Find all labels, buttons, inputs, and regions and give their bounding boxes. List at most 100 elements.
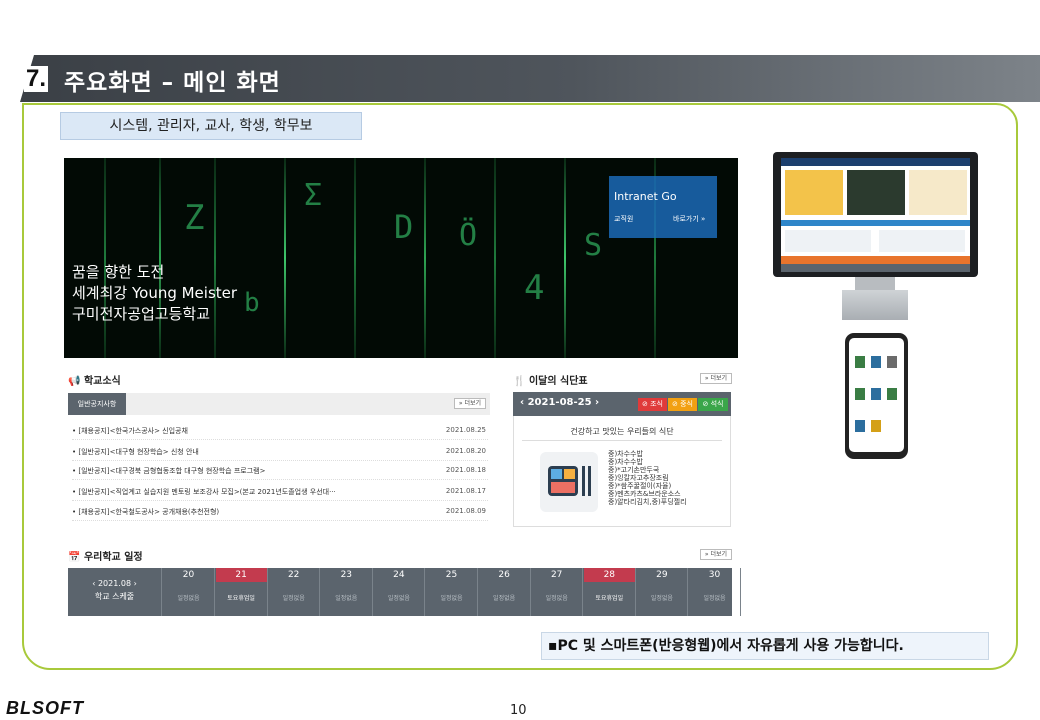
schedule-day-number: 25	[445, 570, 458, 580]
news-row-date: 2021.08.20	[445, 447, 486, 455]
monitor-neck	[855, 277, 895, 291]
schedule-more-button[interactable]: » 더보기	[700, 549, 732, 560]
news-row-date: 2021.08.18	[445, 466, 486, 474]
schedule-label: 학교 스케줄	[94, 592, 135, 601]
meal-item: 중)알타리김치,중)푸딩젤리	[608, 498, 687, 506]
news-row-date: 2021.08.09	[445, 507, 486, 515]
news-row-title: • [채용공지]<한국가스공사> 신입공채	[72, 427, 188, 435]
meal-date-nav[interactable]: ‹ 2021-08-25 ›	[520, 397, 599, 408]
news-row[interactable]: • [일반공지]<대구형 현장학습> 신청 안내 2021.08.20	[72, 443, 488, 461]
schedule-day-event: 일정없음	[387, 595, 410, 602]
schedule-month-nav: ‹ 2021.08 › 학교 스케줄	[68, 568, 162, 616]
meal-tray-icon	[540, 452, 598, 512]
news-row-title: • [일반공지]<대구경북 금형협동조합 대구형 현장학습 프로그램>	[72, 467, 266, 475]
schedule-day-number: 23	[340, 570, 353, 580]
schedule-day-cell[interactable]: 27 일정없음	[531, 568, 584, 616]
news-row-date: 2021.08.25	[445, 426, 486, 434]
meal-item: 중)*고기손만두국	[608, 466, 660, 474]
breakfast-tab[interactable]: ⊘ 조식	[638, 398, 667, 411]
meal-item: 중)멘츠카츠&브라운소스	[608, 490, 681, 498]
news-tab-bar	[68, 393, 490, 415]
desktop-screen-preview	[781, 158, 970, 272]
schedule-day-cell[interactable]: 22 일정없음	[268, 568, 321, 616]
meal-item: 중)잉칼자고추장조림	[608, 474, 669, 482]
hero-line-2: 세계최강 Young Meister	[72, 284, 238, 302]
intranet-staff-label: 교직원	[614, 215, 634, 223]
news-title-text: 학교소식	[83, 376, 121, 387]
hero-banner: Z Σ D Ö 4 S b 꿈을 향한 도전 세계최강 Young Meiste…	[64, 158, 738, 358]
schedule-day-event: 일정없음	[650, 595, 673, 602]
meal-item: 중)차수수밥	[608, 450, 643, 458]
schedule-day-event: 일정없음	[703, 595, 726, 602]
news-row[interactable]: • [일반공지]<대구경북 금형협동조합 대구형 현장학습 프로그램> 2021.…	[72, 462, 488, 480]
schedule-month[interactable]: ‹ 2021.08 ›	[68, 579, 161, 588]
tab-general-notice[interactable]: 일반공지사항	[68, 393, 126, 415]
hero-line-3: 구미전자공업고등학교	[72, 305, 211, 323]
lunch-tab[interactable]: ⊘ 중식	[668, 398, 697, 411]
company-logo: BLSOFT	[6, 698, 84, 718]
schedule-day-event: 일정없음	[493, 595, 516, 602]
calendar-icon: 📅	[68, 552, 81, 563]
intranet-go-link[interactable]: 바로가기 »	[673, 214, 705, 224]
user-roles-label: 시스템, 관리자, 교사, 학생, 학무보	[60, 112, 362, 140]
megaphone-icon: 📢	[68, 376, 81, 387]
schedule-day-number: 28	[583, 568, 635, 582]
schedule-day-cell[interactable]: 30 일정없음	[689, 568, 741, 616]
schedule-day-cell[interactable]: 29 일정없음	[636, 568, 689, 616]
schedule-day-event: 토요휴업일	[595, 595, 624, 602]
schedule-day-event: 토요휴업일	[227, 595, 255, 602]
news-row-date: 2021.08.17	[445, 487, 486, 495]
schedule-day-number: 21	[215, 568, 267, 582]
fork-knife-icon: 🍴	[513, 376, 526, 387]
meal-menu-list: 중)차수수밥 중)차수수밥 중)*고기손만두국 중)잉칼자고추장조림 중)*쌈주…	[608, 450, 687, 506]
intranet-go-panel[interactable]: Intranet Go 교직원 바로가기 »	[609, 176, 717, 238]
meal-more-button[interactable]: » 더보기	[700, 373, 732, 384]
meal-section-title: 🍴 이달의 식단표	[513, 372, 588, 387]
news-row[interactable]: • [채용공지]<한국가스공사> 신입공채 2021.08.25	[72, 422, 488, 440]
meal-divider	[522, 440, 722, 441]
page-number: 10	[510, 703, 527, 718]
schedule-title-text: 우리학교 일정	[83, 552, 143, 563]
news-row[interactable]: • [일반공지]<직업계고 실습지원 멘토링 보조강사 모집>(본교 2021년…	[72, 483, 488, 501]
meal-title-text: 이달의 식단표	[528, 376, 588, 387]
monitor-stand	[842, 290, 908, 320]
meal-item: 중)*쌈주꿀절이(자율)	[608, 482, 672, 490]
schedule-day-cell[interactable]: 26 일정없음	[479, 568, 531, 616]
schedule-section-title: 📅 우리학교 일정	[68, 548, 143, 563]
intranet-title: Intranet Go	[614, 190, 677, 203]
news-section-title: 📢 학교소식	[68, 372, 121, 387]
schedule-day-cell[interactable]: 28 토요휴업일	[583, 568, 636, 616]
news-more-button[interactable]: » 더보기	[454, 398, 486, 409]
schedule-day-number: 26	[498, 570, 510, 580]
hero-line-1: 꿈을 향한 도전	[72, 263, 165, 281]
schedule-day-event: 일정없음	[440, 595, 463, 602]
schedule-day-cell[interactable]: 20 일정없음	[163, 568, 215, 616]
schedule-day-number: 30	[708, 570, 721, 580]
hero-slogan: 꿈을 향한 도전 세계최강 Young Meister 구미전자공업고등학교	[72, 262, 237, 325]
schedule-day-event: 일정없음	[545, 595, 568, 602]
news-row[interactable]: • [채용공지]<한국철도공사> 공개채용(추천전형) 2021.08.09	[72, 503, 488, 521]
meal-item: 중)차수수밥	[608, 458, 643, 466]
schedule-day-number: 27	[550, 570, 563, 580]
news-row-title: • [일반공지]<대구형 현장학습> 신청 안내	[72, 448, 199, 456]
schedule-day-number: 29	[656, 570, 668, 580]
schedule-day-event: 일정없음	[282, 595, 305, 602]
schedule-day-cell[interactable]: 23 일정없음	[321, 568, 373, 616]
schedule-day-cell[interactable]: 25 일정없음	[426, 568, 478, 616]
section-title: 주요화면 – 메인 화면	[64, 70, 281, 96]
responsive-web-caption: ▪PC 및 스마트폰(반응형웹)에서 자유롭게 사용 가능합니다.	[541, 632, 989, 660]
schedule-day-event: 일정없음	[335, 595, 358, 602]
dinner-tab[interactable]: ⊘ 석식	[698, 398, 728, 411]
section-number: 7.	[24, 65, 49, 92]
schedule-day-number: 20	[182, 570, 195, 580]
news-row-title: • [일반공지]<직업계고 실습지원 멘토링 보조강사 모집>(본교 2021년…	[72, 488, 336, 496]
schedule-day-cell[interactable]: 24 일정없음	[373, 568, 426, 616]
meal-subtitle: 건강하고 맛있는 우리들의 식단	[570, 427, 674, 436]
news-row-title: • [채용공지]<한국철도공사> 공개채용(추천전형)	[72, 508, 220, 516]
schedule-day-number: 22	[287, 570, 300, 580]
schedule-day-event: 일정없음	[177, 595, 200, 602]
schedule-day-cell[interactable]: 21 토요휴업일	[215, 568, 268, 616]
phone-screen-preview	[849, 338, 904, 452]
header-left-cut	[0, 55, 20, 102]
schedule-day-number: 24	[393, 570, 405, 580]
